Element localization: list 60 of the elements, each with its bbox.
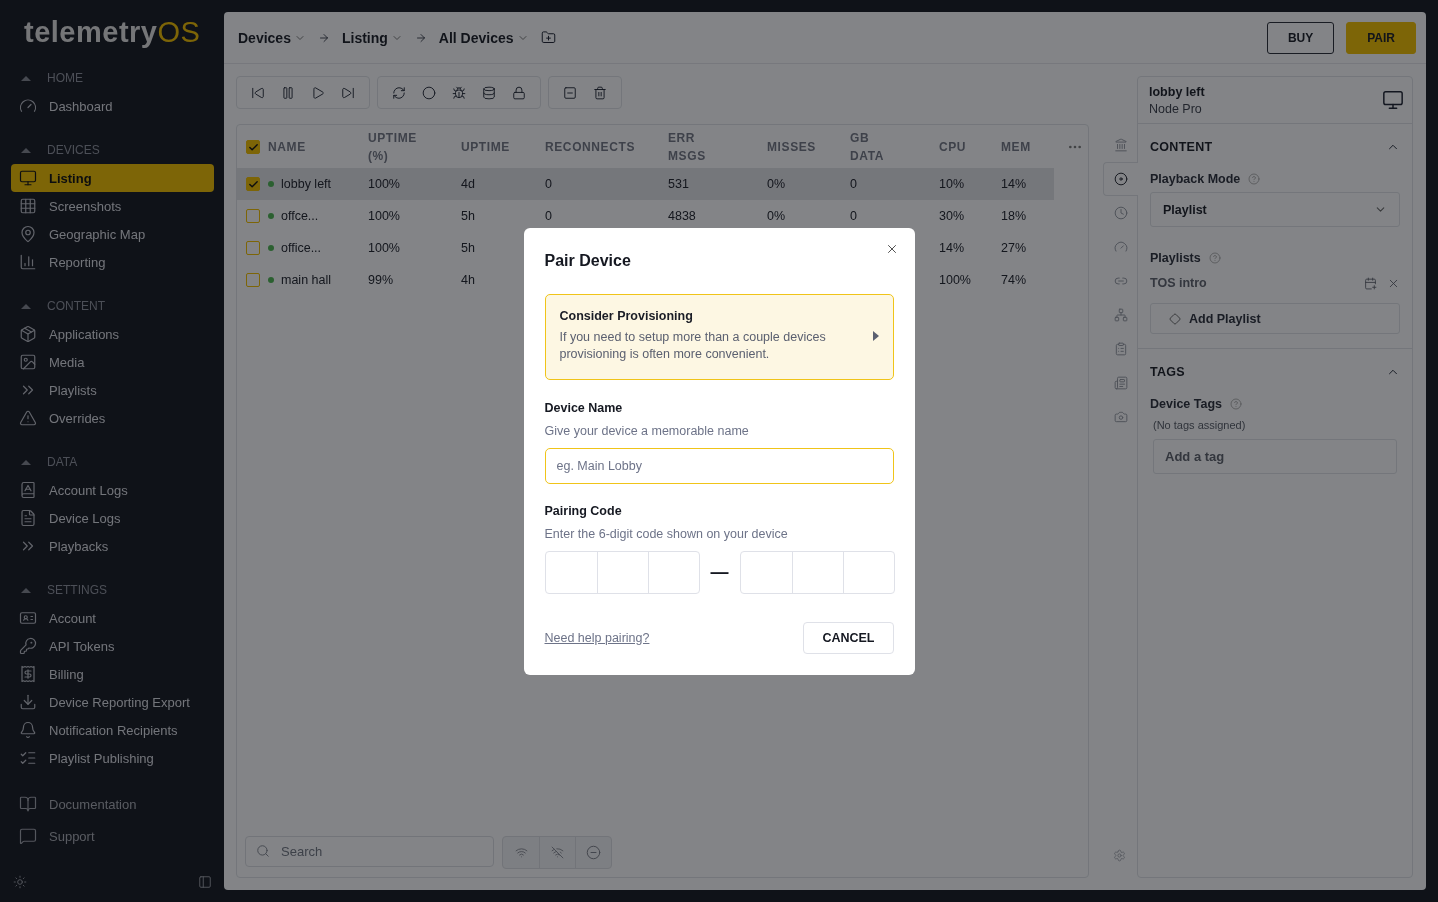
table-cell: 27% <box>1001 241 1027 255</box>
table-cell: 100% <box>368 177 400 191</box>
table-cell: 4d <box>461 177 475 191</box>
empty-note: (No tags assigned) <box>1152 418 1247 433</box>
column-header: MISSES <box>767 139 816 156</box>
table-cell: 531 <box>668 177 689 191</box>
section-heading: CONTENT <box>47 299 105 313</box>
table-cell: 5h <box>461 241 475 255</box>
table-cell: 30% <box>939 209 965 223</box>
table-cell: 0 <box>545 209 552 223</box>
field-label: Pairing Code <box>544 503 623 518</box>
table-cell: main hall <box>281 273 332 287</box>
table-cell: 18% <box>1001 209 1027 223</box>
column-header: RECONNECTS <box>545 139 635 156</box>
section-heading: DATA <box>47 455 78 469</box>
column-header: UPTIME (%) <box>368 130 417 165</box>
column-header: UPTIME <box>461 139 510 156</box>
column-header: NAME <box>268 139 306 156</box>
section-heading: DEVICES <box>47 143 100 157</box>
table-cell: 100% <box>939 273 971 287</box>
column-header: CPU <box>939 139 967 156</box>
table-cell: 4h <box>461 273 475 287</box>
table-cell: 0% <box>767 209 786 223</box>
field-hint: Give your device a memorable name <box>544 423 750 438</box>
table-cell: 5h <box>461 209 475 223</box>
playlist-name: TOS intro <box>1150 276 1208 290</box>
table-cell: 4838 <box>668 209 696 223</box>
device-model: Node Pro <box>1149 101 1203 116</box>
table-cell: offce... <box>281 209 319 223</box>
callout-title: Consider Provisioning <box>559 308 694 323</box>
field-label: Device Tags <box>1150 397 1223 411</box>
column-header: GB DATA <box>850 130 884 165</box>
table-cell: 10% <box>939 177 965 191</box>
table-cell: 0 <box>850 177 857 191</box>
section-title: CONTENT <box>1150 139 1213 154</box>
table-cell: lobby left <box>281 177 332 191</box>
logo: telemetryOS <box>23 14 202 50</box>
field-hint: Enter the 6-digit code shown on your device <box>544 526 789 541</box>
table-cell: 14% <box>1001 177 1027 191</box>
table-cell: 99% <box>368 273 394 287</box>
field-label: Device Name <box>544 400 624 415</box>
section-heading: SETTINGS <box>47 583 107 597</box>
table-cell: 0% <box>767 177 786 191</box>
field-label: Playback Mode <box>1150 172 1241 186</box>
device-name: lobby left <box>1149 84 1206 99</box>
table-cell: 74% <box>1001 273 1027 287</box>
section-title: TAGS <box>1150 364 1185 379</box>
section-heading: HOME <box>47 71 83 85</box>
callout-text: If you need to setup more than a couple devices provisioning is often more convenient. <box>559 328 827 363</box>
table-cell: 100% <box>368 209 400 223</box>
column-header: MEM <box>1001 139 1031 156</box>
column-header: ERR MSGS <box>668 130 706 165</box>
table-cell: 0 <box>545 177 552 191</box>
dialog-title: Pair Device <box>544 251 632 270</box>
table-cell: 0 <box>850 209 857 223</box>
table-cell: 14% <box>939 241 965 255</box>
field-label: Playlists <box>1150 251 1201 265</box>
code-separator: — <box>710 561 729 583</box>
table-cell: 100% <box>368 241 400 255</box>
table-cell: office... <box>281 241 322 255</box>
